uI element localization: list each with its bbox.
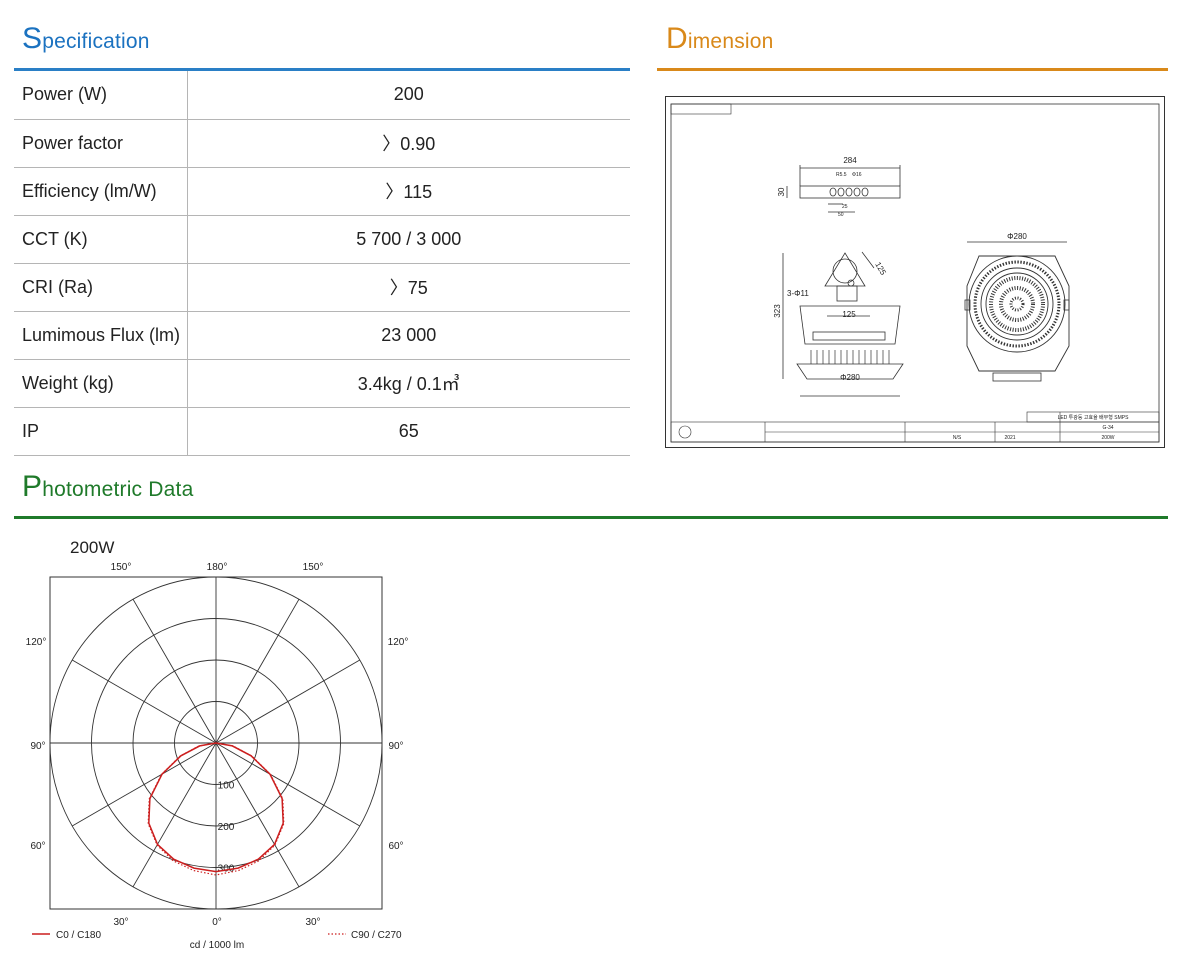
- photometric-title-initial: P: [22, 470, 43, 503]
- table-row: Power factor 〉0.90: [14, 119, 630, 168]
- angle-label: 90°: [30, 741, 45, 752]
- dimension-divider: [657, 68, 1168, 71]
- mount-width-label: 125: [842, 310, 856, 319]
- spec-value: 〉0.90: [187, 119, 630, 168]
- bracket-dim-label: 25: [842, 204, 848, 210]
- specification-table: Power (W) 200 Power factor 〉0.90 Efficienc…: [14, 71, 630, 456]
- angle-label: 120°: [26, 637, 47, 648]
- angle-label: 60°: [30, 841, 45, 852]
- angle-label: 0°: [212, 917, 222, 928]
- photometric-title-rest: hotometric Data: [42, 478, 194, 501]
- radial-tick-label: 200: [218, 822, 235, 833]
- angle-label: 30°: [113, 917, 128, 928]
- spec-label: Lumimous Flux (lm): [14, 311, 188, 360]
- angle-label: 120°: [388, 637, 409, 648]
- legend-label: C90 / C270: [351, 930, 402, 941]
- polar-chart: 100200300 150° 180° 150° 120° 120° 90° 9…: [26, 562, 409, 951]
- spec-label: Weight (kg): [14, 359, 188, 408]
- angle-label: 150°: [303, 562, 324, 573]
- grid-spoke: [71, 742, 217, 827]
- angle-label: 60°: [388, 841, 403, 852]
- legend-label: C0 / C180: [56, 930, 101, 941]
- table-row: CRI (Ra) 〉75: [14, 263, 630, 312]
- table-row: IP 65: [14, 407, 630, 456]
- titleblock-model: G-34: [1102, 425, 1113, 431]
- bracket-length-label: 284: [843, 156, 857, 165]
- dimension-title-rest: imension: [687, 30, 774, 53]
- unit-label: cd / 1000 lm: [190, 940, 244, 951]
- spec-label: Power factor: [14, 119, 188, 168]
- grid-spoke: [132, 742, 217, 888]
- grid-spoke: [132, 598, 217, 744]
- titleblock-watt: 200W: [1101, 435, 1114, 441]
- dimension-title: Dimension: [666, 22, 774, 56]
- dimension-title-initial: D: [666, 22, 688, 55]
- height-label: 323: [773, 304, 782, 318]
- grid-spoke: [215, 742, 361, 827]
- spec-label: IP: [14, 407, 188, 456]
- angle-label: 30°: [305, 917, 320, 928]
- bracket-hole-label: Φ16: [852, 172, 862, 178]
- spec-label: CRI (Ra): [14, 263, 188, 312]
- drawing-outer-frame: [665, 96, 1165, 448]
- specification-title-initial: S: [22, 22, 43, 55]
- side-diameter-label: Φ280: [840, 373, 860, 382]
- spec-value: 65: [187, 407, 630, 456]
- radial-tick-label: 100: [218, 781, 235, 792]
- table-row: Lumimous Flux (lm) 23 000: [14, 311, 630, 360]
- spec-value: 3.4kg / 0.1㎥: [187, 359, 630, 408]
- spec-label: Efficiency (lm/W): [14, 167, 188, 216]
- table-row: CCT (K) 5 700 / 3 000: [14, 215, 630, 264]
- specification-title-rest: pecification: [42, 30, 150, 53]
- spec-value: 200: [187, 71, 630, 120]
- spec-value: 〉115: [187, 167, 630, 216]
- spec-label: CCT (K): [14, 215, 188, 264]
- specification-title: Specification: [22, 22, 150, 56]
- spec-label: Power (W): [14, 71, 188, 120]
- photometric-title: Photometric Data: [22, 470, 193, 504]
- table-row: Weight (kg) 3.4kg / 0.1㎥: [14, 359, 630, 408]
- titleblock-scale: N/S: [953, 435, 962, 441]
- table-row: Efficiency (lm/W) 〉115: [14, 167, 630, 216]
- mount-holes-label: 3-Φ11: [787, 289, 809, 298]
- angle-label: 150°: [111, 562, 132, 573]
- table-row: Power (W) 200: [14, 71, 630, 120]
- spec-value: 5 700 / 3 000: [187, 215, 630, 264]
- titleblock-product-name: LED 투광등 고효율 배부형 SMPS: [1058, 414, 1130, 421]
- spec-value: 23 000: [187, 311, 630, 360]
- grid-spoke: [215, 659, 361, 744]
- photometric-divider: [14, 516, 1168, 519]
- angle-label: 90°: [388, 741, 403, 752]
- titleblock-year: 2021: [1004, 435, 1015, 441]
- spec-value: 〉75: [187, 263, 630, 312]
- grid-spoke: [215, 598, 300, 744]
- grid-spoke: [71, 659, 217, 744]
- top-diameter-label: Φ280: [1007, 232, 1027, 241]
- bracket-dim-label: 50: [838, 212, 844, 218]
- angle-label: 180°: [207, 562, 228, 573]
- bracket-radius-label: R5.5: [836, 172, 847, 178]
- bracket-height-label: 30: [777, 187, 786, 196]
- dimension-drawing: 284 30 R5.5 Φ16 25 50 323 3-Φ11 125 125: [665, 96, 1165, 448]
